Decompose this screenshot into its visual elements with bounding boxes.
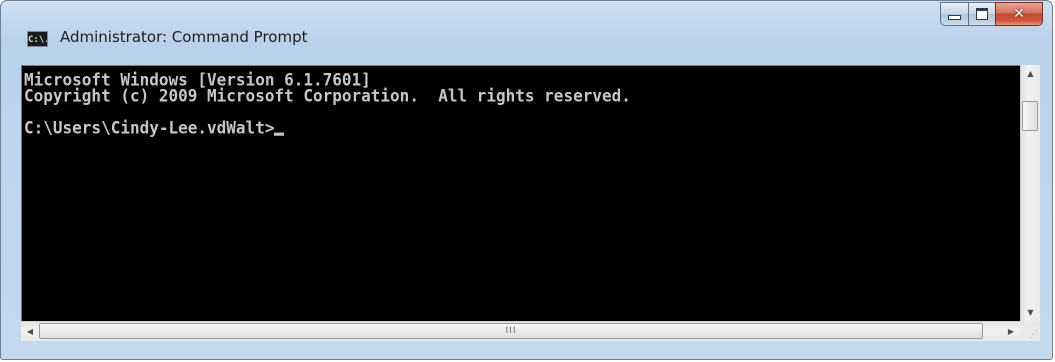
grip-icon: III — [505, 326, 517, 336]
close-icon: ✕ — [1013, 6, 1025, 22]
console-output[interactable]: Microsoft Windows [Version 6.1.7601] Cop… — [21, 65, 1020, 321]
scroll-down-button[interactable]: ▼ — [1021, 304, 1040, 321]
arrow-up-icon: ▲ — [1027, 69, 1034, 78]
scroll-right-button[interactable]: ▶ — [1002, 322, 1020, 341]
scroll-left-button[interactable]: ◀ — [21, 322, 39, 341]
maximize-icon — [976, 8, 988, 20]
title-bar[interactable]: C:\. Administrator: Command Prompt ✕ — [1, 1, 1052, 67]
minimize-icon — [948, 15, 961, 20]
console-line-copyright: Copyright (c) 2009 Microsoft Corporation… — [24, 85, 631, 106]
minimize-button[interactable] — [940, 2, 968, 26]
resize-grip-icon[interactable]: ⋰ — [1020, 321, 1040, 341]
arrow-right-icon: ▶ — [1007, 327, 1015, 336]
command-prompt: C:\Users\Cindy-Lee.vdWalt> — [24, 117, 275, 138]
horizontal-scrollbar[interactable]: ◀ III ▶ — [21, 321, 1020, 341]
console-prompt-line[interactable]: C:\Users\Cindy-Lee.vdWalt> — [24, 117, 1020, 138]
window-title: Administrator: Command Prompt — [60, 28, 308, 46]
vertical-scroll-thumb[interactable] — [1022, 101, 1038, 131]
arrow-down-icon: ▼ — [1027, 308, 1034, 317]
horizontal-scroll-thumb[interactable]: III — [39, 323, 983, 339]
command-prompt-window: C:\. Administrator: Command Prompt ✕ Mic… — [0, 0, 1053, 360]
text-cursor — [274, 132, 285, 136]
scroll-up-button[interactable]: ▲ — [1021, 65, 1040, 82]
caption-buttons: ✕ — [940, 2, 1043, 26]
cmd-icon[interactable]: C:\. — [27, 31, 48, 47]
vertical-scrollbar[interactable]: ▲ ▼ — [1020, 65, 1040, 321]
close-button[interactable]: ✕ — [995, 2, 1043, 26]
maximize-button[interactable] — [968, 2, 995, 26]
arrow-left-icon: ◀ — [26, 327, 34, 336]
